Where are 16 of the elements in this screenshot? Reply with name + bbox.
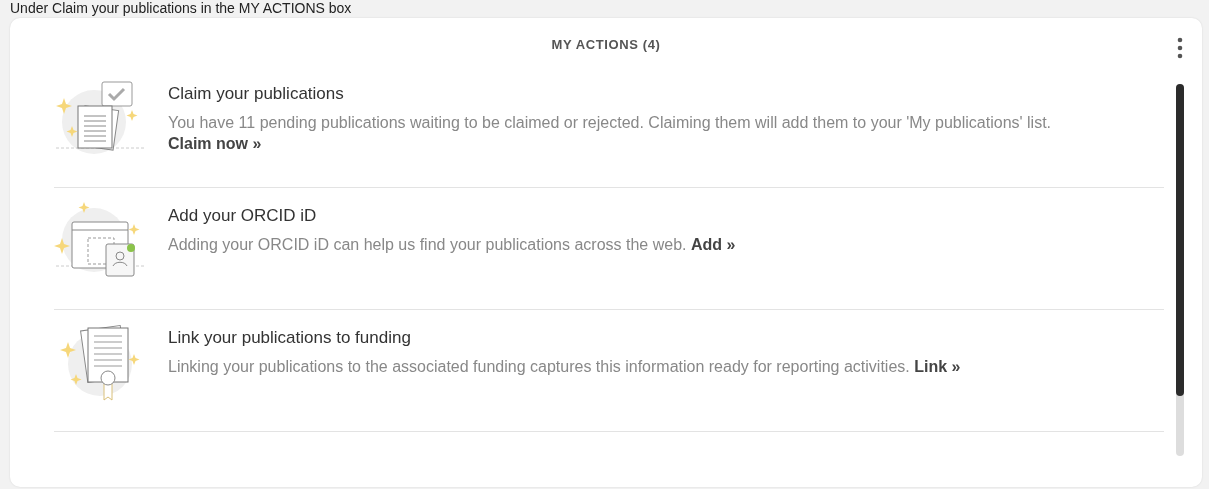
action-description: Linking your publications to the associated funding captures this information ready for reporting activities. Link » [168, 357, 962, 377]
more-options-icon[interactable] [1176, 36, 1184, 60]
scrollbar-track[interactable] [1176, 84, 1184, 456]
action-title: Link your publications to funding [168, 328, 412, 348]
action-title: Claim your publications [168, 84, 345, 104]
action-link[interactable]: Claim now » [168, 135, 262, 152]
caption-text: Under Claim your publications in the MY ACTIONS box [9, 0, 353, 18]
action-link[interactable]: Link » [914, 358, 961, 375]
browser-id-card-icon [54, 200, 146, 278]
action-description: You have 11 pending publications waiting to be claimed or rejected. Claiming them will add them to your 'My publications' list. Claim now » [168, 113, 1053, 154]
action-description: Adding your ORCID iD can help us find your publications across the web. Add » [168, 235, 737, 255]
action-link[interactable]: Add » [690, 236, 736, 253]
action-title: Add your ORCID iD [168, 206, 318, 226]
documents-checkmark-icon [54, 78, 146, 156]
panel-title: MY ACTIONS (4) [551, 35, 661, 52]
scrollbar-thumb[interactable] [1176, 84, 1184, 396]
